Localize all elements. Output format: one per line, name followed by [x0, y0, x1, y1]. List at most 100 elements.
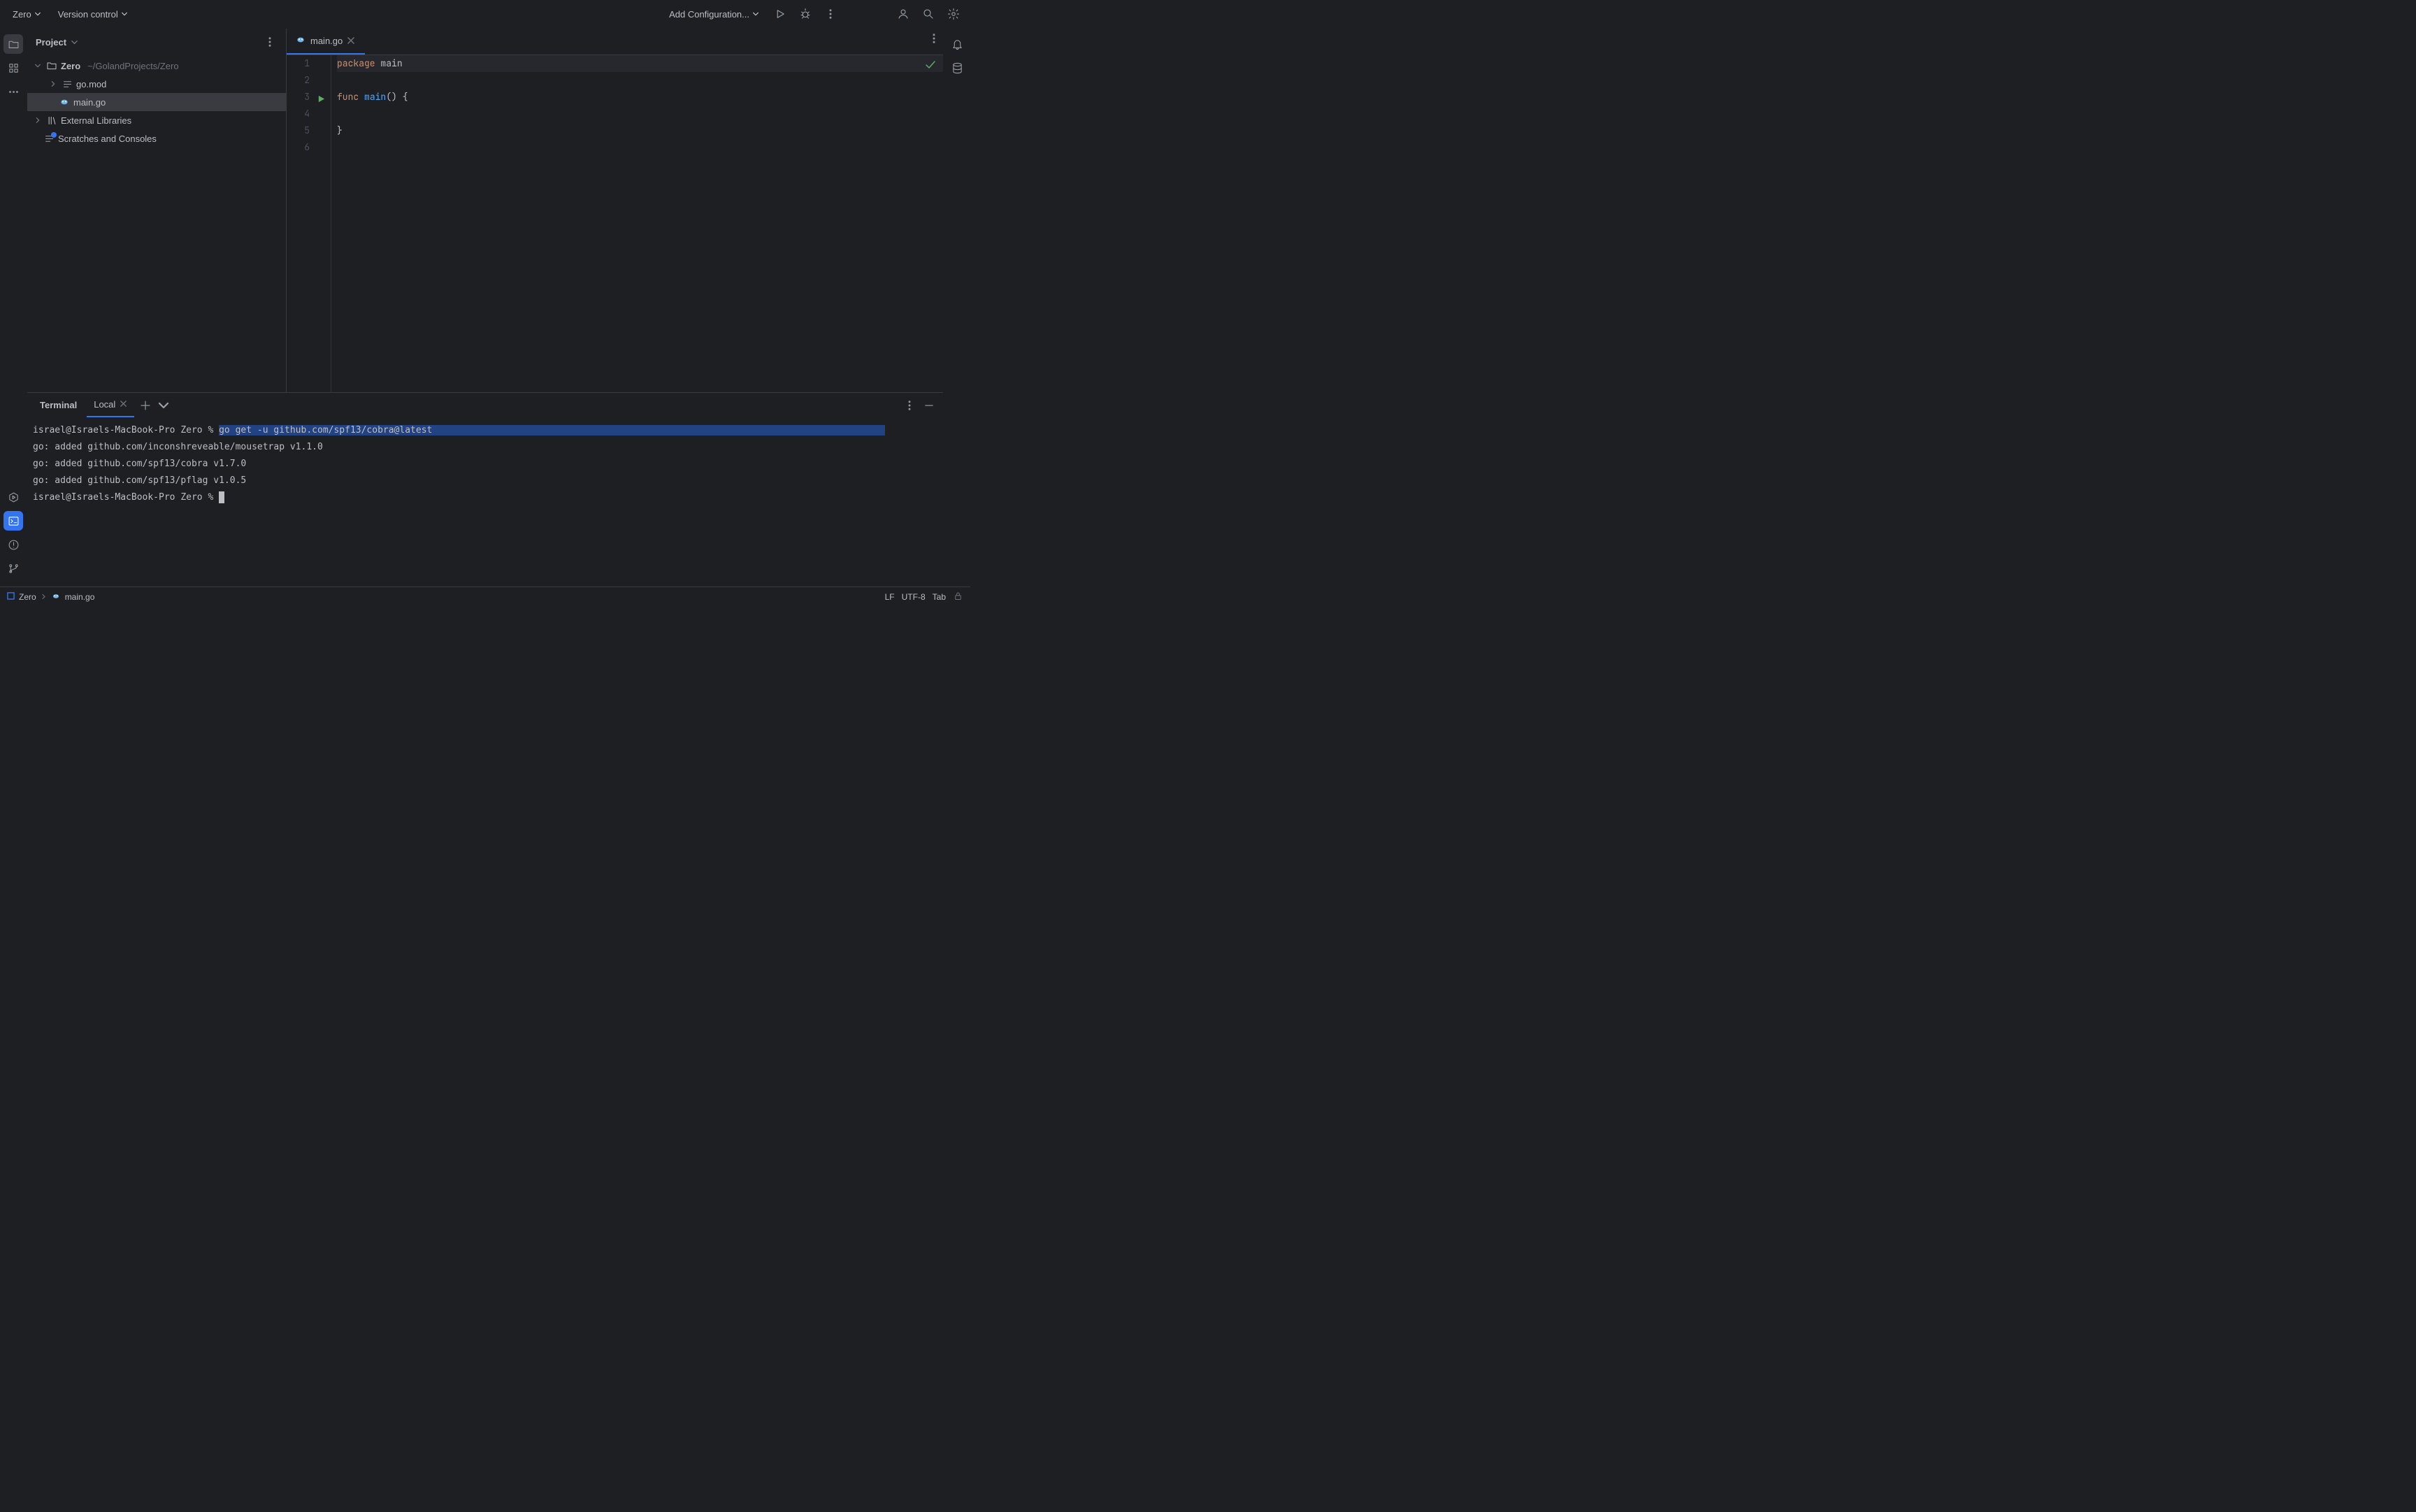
status-encoding[interactable]: UTF-8	[902, 592, 926, 602]
terminal-dropdown-button[interactable]	[157, 396, 171, 415]
project-panel: Project Zero ~/GolandProjects/Zero	[27, 29, 287, 392]
module-icon	[7, 592, 15, 602]
file-icon	[61, 79, 73, 89]
chevron-down-icon[interactable]	[33, 62, 43, 69]
tree-file-gomod[interactable]: go.mod	[27, 75, 286, 93]
problems-toolwindow-button[interactable]	[3, 535, 23, 554]
hide-terminal-button[interactable]	[921, 396, 937, 415]
vcs-dropdown[interactable]: Version control	[52, 6, 134, 22]
terminal-cursor	[219, 491, 224, 503]
project-panel-more[interactable]	[262, 34, 278, 50]
run-button[interactable]	[770, 4, 790, 24]
structure-toolwindow-button[interactable]	[3, 58, 23, 78]
chevron-right-icon[interactable]	[48, 80, 58, 87]
more-vertical-icon	[928, 32, 940, 45]
terminal-panel: Terminal Local israel@Israels-MacBook-Pr…	[27, 392, 943, 586]
go-file-icon	[58, 96, 71, 108]
breadcrumb[interactable]: Zero main.go	[7, 591, 94, 603]
tree-label: Scratches and Consoles	[58, 134, 157, 144]
chevron-down-icon[interactable]	[71, 38, 78, 46]
warning-icon	[8, 539, 20, 551]
debug-button[interactable]	[796, 4, 815, 24]
terminal-tab-local[interactable]: Local	[87, 393, 134, 417]
close-terminal-tab[interactable]	[120, 399, 127, 410]
project-tree[interactable]: Zero ~/GolandProjects/Zero go.mod main.g…	[27, 55, 286, 392]
database-button[interactable]	[947, 58, 967, 78]
project-panel-title: Project	[36, 37, 66, 48]
library-icon	[45, 115, 58, 126]
chevron-right-icon[interactable]	[33, 117, 43, 124]
editor-tab-maingo[interactable]: main.go	[287, 29, 365, 55]
git-branch-icon	[8, 563, 20, 575]
chevron-down-icon	[34, 10, 41, 17]
close-icon	[347, 36, 355, 45]
run-config-dropdown[interactable]: Add Configuration...	[663, 6, 765, 22]
tree-project-root[interactable]: Zero ~/GolandProjects/Zero	[27, 57, 286, 75]
code-line: }	[337, 122, 943, 139]
hexagon-play-icon	[8, 491, 20, 503]
editor-tab-more[interactable]	[925, 29, 943, 48]
more-vertical-icon	[264, 36, 276, 48]
code-body[interactable]: package main func main() { }	[331, 55, 943, 392]
notifications-button[interactable]	[947, 34, 967, 54]
breadcrumb-root: Zero	[19, 592, 36, 602]
more-vertical-icon	[903, 399, 916, 412]
code-line	[337, 72, 943, 89]
plus-icon	[139, 399, 152, 412]
terminal-options-button[interactable]	[901, 396, 918, 415]
terminal-toolwindow-button[interactable]	[3, 511, 23, 531]
go-file-icon	[51, 591, 61, 603]
status-eol[interactable]: LF	[885, 592, 895, 602]
line-number: 1	[287, 55, 324, 72]
more-toolwindows-button[interactable]	[3, 82, 23, 101]
tree-scratches[interactable]: Scratches and Consoles	[27, 129, 286, 147]
settings-button[interactable]	[944, 4, 963, 24]
vcs-toolwindow-button[interactable]	[3, 559, 23, 578]
right-toolwindow-bar	[943, 29, 970, 586]
editor-tab-bar: main.go	[287, 29, 943, 55]
terminal-line: go: added github.com/spf13/pflag v1.0.5	[33, 473, 937, 489]
tree-external-libs[interactable]: External Libraries	[27, 111, 286, 129]
breadcrumb-file: main.go	[65, 592, 95, 602]
code-line	[337, 106, 943, 122]
titlebar-right: Add Configuration...	[663, 4, 963, 24]
line-number: 6	[287, 139, 324, 156]
titlebar: Zero Version control Add Configuration..…	[0, 0, 970, 29]
left-toolwindow-bar	[0, 29, 27, 586]
scratches-icon	[43, 134, 55, 144]
code-with-me-button[interactable]	[893, 4, 913, 24]
search-button[interactable]	[919, 4, 938, 24]
code-line	[337, 139, 943, 156]
code-line: func main() {	[337, 89, 943, 106]
inspection-ok-icon[interactable]	[925, 59, 936, 76]
center-column: Project Zero ~/GolandProjects/Zero	[27, 29, 943, 586]
terminal-tab-label: Local	[94, 399, 115, 410]
project-selector[interactable]: Zero	[7, 6, 47, 22]
status-indent[interactable]: Tab	[933, 592, 946, 602]
user-icon	[897, 8, 909, 20]
terminal-header: Terminal Local	[27, 393, 943, 418]
upper-row: Project Zero ~/GolandProjects/Zero	[27, 29, 943, 392]
play-icon	[774, 8, 786, 20]
tree-root-path: ~/GolandProjects/Zero	[87, 61, 178, 71]
new-terminal-button[interactable]	[137, 396, 154, 415]
close-icon	[120, 400, 127, 408]
tree-file-maingo[interactable]: main.go	[27, 93, 286, 111]
go-file-icon	[295, 34, 306, 48]
project-toolwindow-button[interactable]	[3, 34, 23, 54]
readonly-toggle[interactable]	[953, 591, 963, 603]
main-area: Project Zero ~/GolandProjects/Zero	[0, 29, 970, 586]
tree-file-label: main.go	[73, 97, 106, 108]
more-actions-button[interactable]	[821, 4, 840, 24]
services-toolwindow-button[interactable]	[3, 487, 23, 507]
code-editor[interactable]: 1 2 3 4 5 6 package main func main() { }	[287, 55, 943, 392]
chevron-down-icon	[157, 399, 170, 412]
gear-icon	[947, 8, 960, 20]
terminal-body[interactable]: israel@Israels-MacBook-Pro Zero % go get…	[27, 418, 943, 586]
breadcrumb-separator	[41, 592, 47, 602]
chevron-down-icon	[752, 10, 759, 17]
database-icon	[951, 62, 963, 74]
editor-gutter: 1 2 3 4 5 6	[287, 55, 331, 392]
close-tab-button[interactable]	[347, 36, 357, 46]
run-gutter-icon[interactable]	[317, 92, 325, 108]
